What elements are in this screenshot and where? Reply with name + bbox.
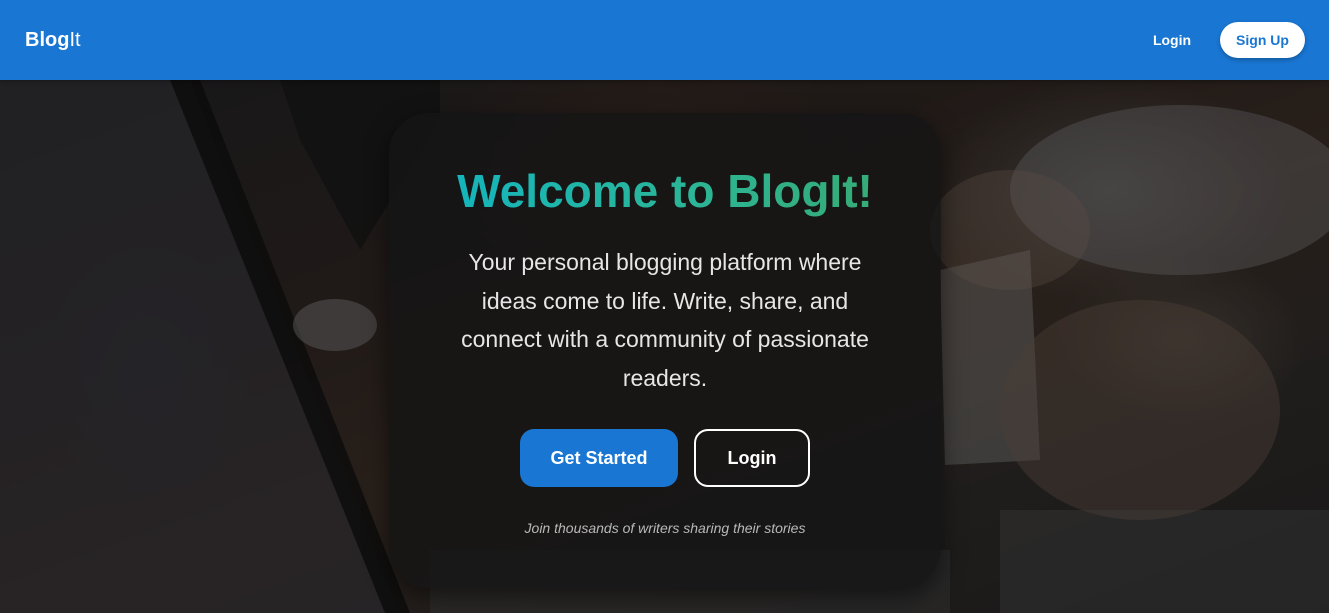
top-navbar: BlogIt Login Sign Up	[0, 0, 1329, 80]
brand-name-bold: Blog	[25, 29, 70, 51]
welcome-title: Welcome to BlogIt!	[389, 163, 941, 219]
brand-logo[interactable]: BlogIt	[25, 27, 81, 53]
hero-login-button[interactable]: Login	[694, 429, 810, 487]
welcome-card: Welcome to BlogIt! Your personal bloggin…	[389, 113, 941, 588]
nav-login-button[interactable]: Login	[1135, 24, 1209, 56]
hero-section: Welcome to BlogIt! Your personal bloggin…	[0, 80, 1329, 613]
join-footnote: Join thousands of writers sharing their …	[524, 520, 806, 536]
brand-name-light: It	[69, 29, 81, 51]
welcome-subtitle: Your personal blogging platform where id…	[461, 249, 869, 391]
nav-signup-button[interactable]: Sign Up	[1220, 22, 1305, 58]
get-started-button[interactable]: Get Started	[520, 429, 678, 487]
